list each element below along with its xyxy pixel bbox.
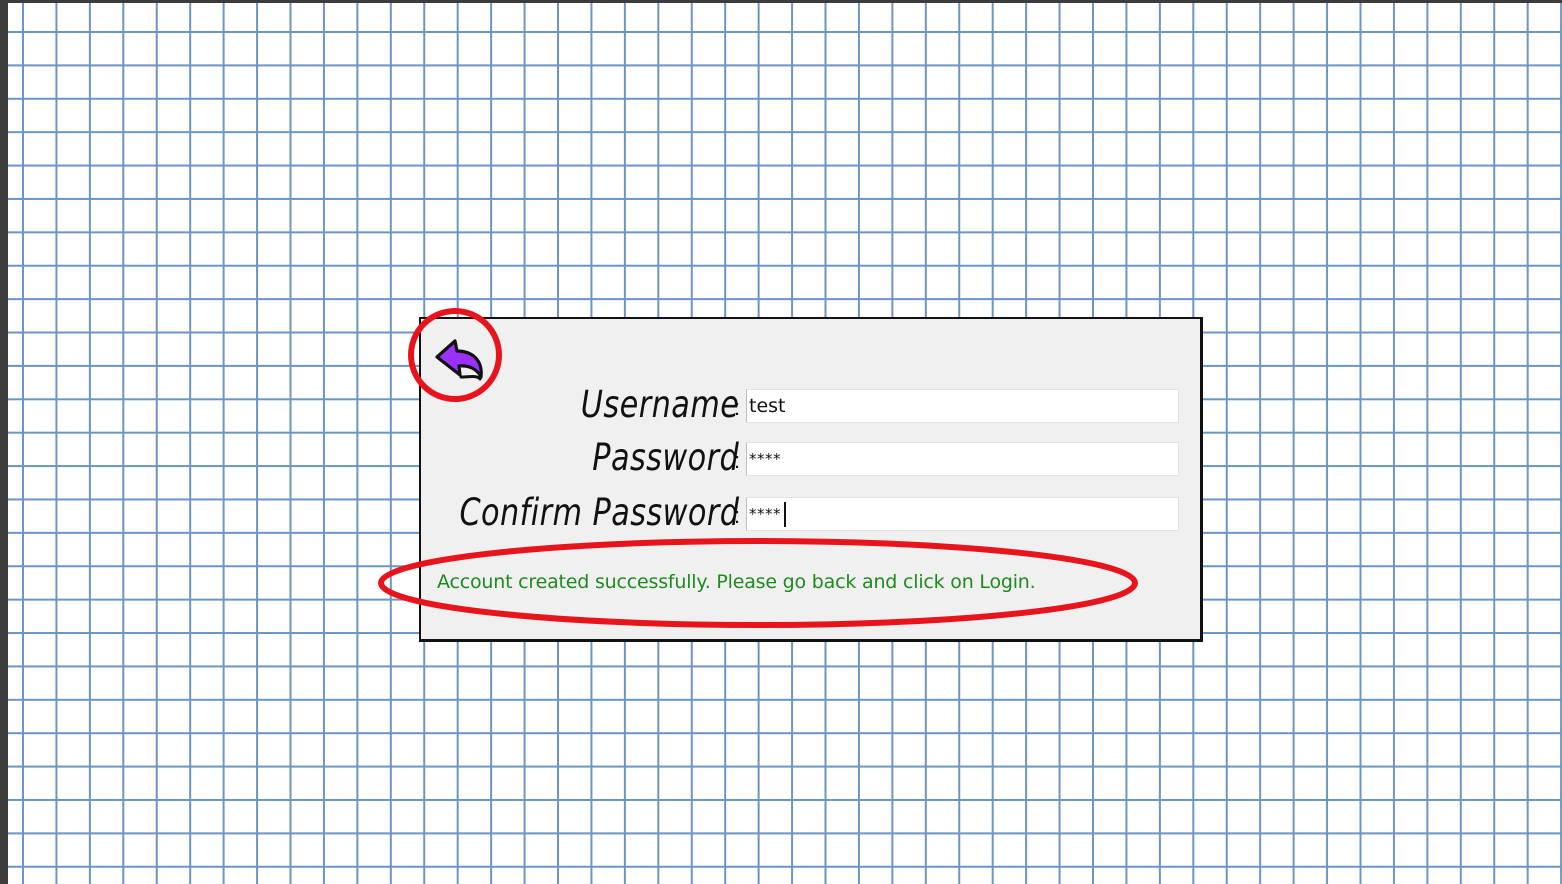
app-window: Username : Password : Confirm Password :… bbox=[0, 0, 1562, 884]
status-message: Account created successfully. Please go … bbox=[437, 571, 1036, 593]
password-input[interactable] bbox=[746, 442, 1179, 476]
undo-arrow-icon bbox=[435, 339, 483, 381]
back-button[interactable] bbox=[433, 333, 489, 385]
confirm-password-label: Confirm Password bbox=[459, 491, 739, 534]
password-colon: : bbox=[734, 448, 741, 473]
confirm-password-row: Confirm Password : bbox=[421, 491, 1200, 534]
password-label: Password bbox=[592, 436, 739, 479]
username-label: Username bbox=[580, 383, 739, 426]
confirm-password-input[interactable] bbox=[746, 497, 1179, 531]
username-colon: : bbox=[734, 395, 741, 420]
confirm-password-colon: : bbox=[734, 503, 741, 528]
text-caret bbox=[784, 502, 786, 527]
username-input[interactable] bbox=[746, 389, 1179, 423]
password-row: Password : bbox=[421, 436, 1200, 479]
username-row: Username : bbox=[421, 383, 1200, 426]
create-account-dialog: Username : Password : Confirm Password :… bbox=[419, 317, 1203, 642]
window-edge-left bbox=[0, 0, 8, 884]
